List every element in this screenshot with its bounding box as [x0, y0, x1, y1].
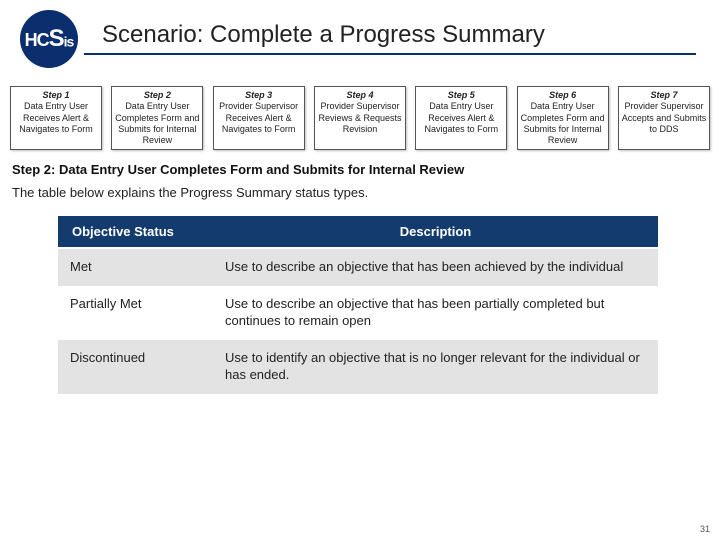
logo-circle: HCSis	[20, 10, 78, 68]
step-box-5: Step 5 Data Entry User Receives Alert & …	[415, 86, 507, 150]
step-box-6: Step 6 Data Entry User Completes Form an…	[517, 86, 609, 150]
step-label: Step 2	[114, 90, 200, 101]
table-row: Met Use to describe an objective that ha…	[58, 248, 658, 286]
section-heading: Step 2: Data Entry User Completes Form a…	[0, 160, 720, 185]
step-box-1: Step 1 Data Entry User Receives Alert & …	[10, 86, 102, 150]
page-number: 31	[700, 524, 710, 534]
logo-letter-s: S	[49, 25, 64, 52]
table-row: Discontinued Use to identify an objectiv…	[58, 340, 658, 394]
step-label: Step 6	[520, 90, 606, 101]
cell-status: Met	[58, 248, 213, 286]
step-text: Data Entry User Completes Form and Submi…	[521, 101, 605, 145]
step-label: Step 7	[621, 90, 707, 101]
step-label: Step 4	[317, 90, 403, 101]
logo-letter-h: H	[25, 30, 37, 50]
step-text: Data Entry User Completes Form and Submi…	[115, 101, 199, 145]
header: HCSis Scenario: Complete a Progress Summ…	[0, 0, 720, 68]
step-text: Data Entry User Receives Alert & Navigat…	[425, 101, 499, 134]
step-box-2: Step 2 Data Entry User Completes Form an…	[111, 86, 203, 150]
cell-desc: Use to identify an objective that is no …	[213, 340, 658, 394]
step-box-3: Step 3 Provider Supervisor Receives Aler…	[213, 86, 305, 150]
page-title: Scenario: Complete a Progress Summary	[102, 21, 696, 49]
cell-desc: Use to describe an objective that has be…	[213, 248, 658, 286]
logo-letter-c: C	[37, 30, 49, 50]
logo-text: HCSis	[25, 25, 74, 53]
step-text: Provider Supervisor Reviews & Requests R…	[318, 101, 401, 134]
logo-letter-is: is	[64, 33, 74, 49]
intro-text: The table below explains the Progress Su…	[0, 185, 720, 210]
status-table: Objective Status Description Met Use to …	[58, 216, 658, 393]
cell-desc: Use to describe an objective that has be…	[213, 286, 658, 340]
cell-status: Discontinued	[58, 340, 213, 394]
logo: HCSis	[14, 8, 84, 68]
step-row: Step 1 Data Entry User Receives Alert & …	[0, 68, 720, 160]
col-header-status: Objective Status	[58, 216, 213, 248]
step-box-4: Step 4 Provider Supervisor Reviews & Req…	[314, 86, 406, 150]
cell-status: Partially Met	[58, 286, 213, 340]
step-text: Provider Supervisor Accepts and Submits …	[622, 101, 707, 134]
step-text: Provider Supervisor Receives Alert & Nav…	[219, 101, 298, 134]
step-label: Step 5	[418, 90, 504, 101]
step-text: Data Entry User Receives Alert & Navigat…	[19, 101, 93, 134]
title-wrap: Scenario: Complete a Progress Summary	[84, 21, 696, 55]
step-box-7: Step 7 Provider Supervisor Accepts and S…	[618, 86, 710, 150]
step-label: Step 1	[13, 90, 99, 101]
table-row: Partially Met Use to describe an objecti…	[58, 286, 658, 340]
col-header-description: Description	[213, 216, 658, 248]
step-label: Step 3	[216, 90, 302, 101]
